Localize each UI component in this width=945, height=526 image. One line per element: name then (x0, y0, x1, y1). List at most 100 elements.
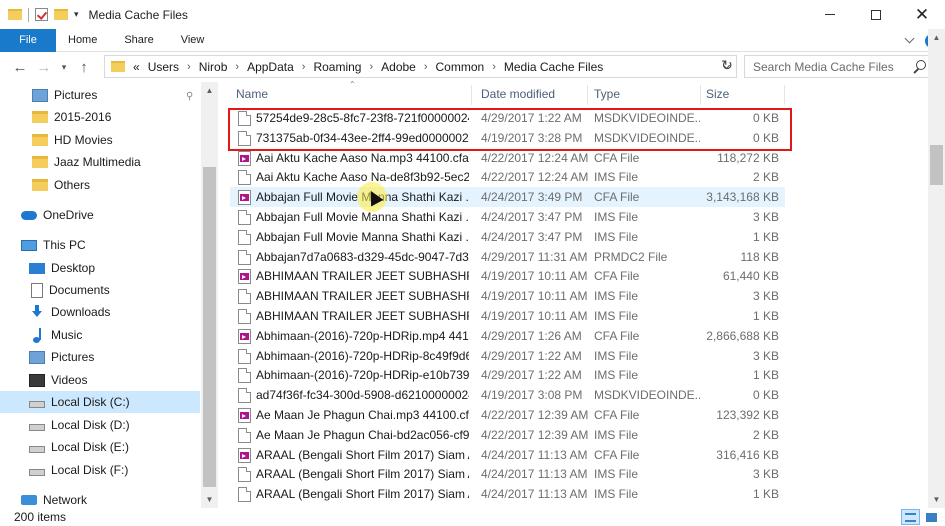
close-button[interactable]: ✕ (899, 0, 945, 29)
tab-home[interactable]: Home (56, 34, 113, 46)
breadcrumb-separator-icon[interactable]: › (365, 61, 377, 73)
nav-item-documents[interactable]: Documents (31, 279, 110, 301)
nav-item-this-pc[interactable]: This PC (21, 234, 86, 256)
nav-item-others[interactable]: Others (32, 174, 90, 196)
column-divider[interactable] (471, 85, 472, 105)
scroll-up-icon[interactable]: ▲ (928, 29, 945, 46)
table-row[interactable]: Aai Aktu Kache Aaso Na.mp3 44100.cfa 4/22… (230, 148, 785, 168)
nav-item-local-disk-f[interactable]: Local Disk (F:) (29, 459, 128, 481)
table-row[interactable]: Aai Aktu Kache Aaso Na-de8f3b92-5ec2-...… (230, 167, 785, 187)
nav-item-videos[interactable]: Videos (29, 369, 87, 391)
recent-locations-button[interactable]: ▾ (56, 55, 72, 79)
title-bar: ▾ Media Cache Files ✕ (0, 0, 945, 29)
tab-share[interactable]: Share (113, 34, 169, 46)
table-row[interactable]: 731375ab-0f34-43ee-2ff4-99ed00000024... 4… (230, 128, 785, 148)
file-type: IMS File (594, 170, 639, 185)
nav-item-local-disk-d[interactable]: Local Disk (D:) (29, 414, 130, 436)
tab-view[interactable]: View (170, 34, 221, 46)
file-list-scrollbar[interactable]: ▲ ▼ (928, 29, 945, 508)
scrollbar-thumb[interactable] (203, 167, 216, 487)
pin-icon[interactable]: ⚲ (186, 91, 193, 102)
properties-icon[interactable] (35, 8, 48, 21)
nav-item-2015-2016[interactable]: 2015-2016 (32, 106, 111, 128)
nav-item-local-disk-e[interactable]: Local Disk (E:) (29, 436, 129, 458)
table-row[interactable]: Ae Maan Je Phagun Chai.mp3 44100.cfa 4/22… (230, 405, 785, 425)
scroll-down-icon[interactable]: ▼ (928, 491, 945, 508)
scroll-up-icon[interactable]: ▲ (201, 82, 218, 99)
nav-item-label: HD Movies (54, 133, 113, 147)
nav-item-jaaz-multimedia[interactable]: Jaaz Multimedia (32, 151, 141, 173)
column-type[interactable]: Type (594, 87, 620, 101)
blank-file-icon (238, 130, 251, 146)
table-row[interactable]: Abhimaan-(2016)-720p-HDRip-8c49f9d6... 4/… (230, 346, 785, 366)
column-date-modified[interactable]: Date modified (481, 87, 555, 101)
nav-item-desktop[interactable]: Desktop (29, 257, 95, 279)
table-row[interactable]: Abhimaan-(2016)-720p-HDRip-e10b7395... 4/… (230, 365, 785, 385)
nav-item-local-disk-c[interactable]: Local Disk (C:) (0, 391, 200, 413)
nav-item-music[interactable]: Music (31, 324, 82, 346)
column-divider[interactable] (784, 85, 785, 105)
address-bar[interactable]: « Users › Nirob › AppData › Roaming › Ad… (104, 55, 737, 78)
table-row[interactable]: Abbajan Full Movie Manna Shathi Kazi ...… (230, 227, 785, 247)
table-row[interactable]: Abbajan7d7a0683-d329-45dc-9047-7d3a... 4/… (230, 247, 785, 267)
column-divider[interactable] (587, 85, 588, 105)
breadcrumb-separator-icon[interactable]: › (183, 61, 195, 73)
forward-button[interactable]: → (32, 55, 56, 79)
navigation-pane-scrollbar[interactable]: ▲ ▼ (201, 82, 218, 508)
pictures-icon (29, 350, 45, 364)
new-folder-icon[interactable] (54, 9, 68, 20)
up-button[interactable]: ↑ (72, 55, 96, 79)
breadcrumb-overflow[interactable]: « (129, 60, 144, 74)
breadcrumb-appdata[interactable]: AppData (243, 60, 298, 74)
breadcrumb-adobe[interactable]: Adobe (377, 60, 420, 74)
table-row[interactable]: ARAAL (Bengali Short Film 2017) Siam A..… (230, 484, 785, 504)
table-row[interactable]: Abbajan Full Movie Manna Shathi Kazi ...… (230, 207, 785, 227)
expand-ribbon-icon[interactable] (904, 33, 915, 44)
search-input[interactable]: Search Media Cache Files (745, 60, 911, 74)
nav-item-downloads[interactable]: Downloads (29, 301, 110, 323)
breadcrumb-users[interactable]: Users (144, 60, 183, 74)
nav-item-hd-movies[interactable]: HD Movies (32, 129, 113, 151)
breadcrumb-media-cache-files[interactable]: Media Cache Files (500, 60, 607, 74)
table-row[interactable]: ABHIMAAN TRAILER JEET SUBHASHREE... 4/19/… (230, 266, 785, 286)
column-name[interactable]: Name (236, 87, 268, 101)
table-row[interactable]: 57254de9-28c5-8fc7-23f8-721f00000024... 4… (230, 108, 785, 128)
breadcrumb-roaming[interactable]: Roaming (309, 60, 365, 74)
details-view-button[interactable] (901, 509, 920, 525)
column-size[interactable]: Size (706, 87, 729, 101)
file-name: Aai Aktu Kache Aaso Na.mp3 44100.cfa (256, 150, 469, 165)
file-size: 316,416 KB (716, 447, 779, 462)
scrollbar-thumb[interactable] (930, 145, 943, 185)
breadcrumb-separator-icon[interactable]: › (488, 61, 500, 73)
table-row[interactable]: Ae Maan Je Phagun Chai-bd2ac056-cf97... 4… (230, 425, 785, 445)
table-row[interactable]: Abhimaan-(2016)-720p-HDRip.mp4 4410... 4/… (230, 326, 785, 346)
breadcrumb-separator-icon[interactable]: › (231, 61, 243, 73)
column-divider[interactable] (700, 85, 701, 105)
nav-item-onedrive[interactable]: OneDrive (21, 204, 94, 226)
table-row[interactable]: ARAAL (Bengali Short Film 2017) Siam A..… (230, 464, 785, 484)
breadcrumb-separator-icon[interactable]: › (298, 61, 310, 73)
refresh-button[interactable]: ↻ (717, 55, 737, 76)
nav-item-pictures[interactable]: Pictures (29, 346, 94, 368)
breadcrumb-common[interactable]: Common (432, 60, 489, 74)
breadcrumb-nirob[interactable]: Nirob (195, 60, 232, 74)
customize-dropdown-icon[interactable]: ▾ (74, 9, 79, 20)
scroll-down-icon[interactable]: ▼ (201, 491, 218, 508)
table-row[interactable]: ABHIMAAN TRAILER JEET SUBHASHREE... 4/19/… (230, 306, 785, 326)
nav-item-label: Documents (49, 283, 110, 297)
tab-file[interactable]: File (0, 28, 56, 52)
table-row[interactable]: ad74f36f-fc34-300d-5908-d62100000024... 4… (230, 385, 785, 405)
breadcrumb-separator-icon[interactable]: › (420, 61, 432, 73)
file-size: 0 KB (752, 130, 779, 145)
search-box[interactable]: Search Media Cache Files (744, 55, 934, 78)
table-row[interactable]: ABHIMAAN TRAILER JEET SUBHASHREE... 4/19/… (230, 286, 785, 306)
back-button[interactable]: ← (8, 55, 32, 79)
large-icons-view-button[interactable] (922, 509, 941, 525)
table-row[interactable]: ARAAL (Bengali Short Film 2017) Siam A..… (230, 445, 785, 465)
minimize-button[interactable] (807, 0, 853, 29)
table-row[interactable]: Abbajan Full Movie Manna Shathi Kazi ...… (230, 187, 785, 208)
nav-item-pictures-quick[interactable]: Pictures (32, 84, 97, 106)
search-icon[interactable] (911, 59, 927, 75)
maximize-button[interactable] (853, 0, 899, 29)
documents-icon (31, 282, 43, 298)
